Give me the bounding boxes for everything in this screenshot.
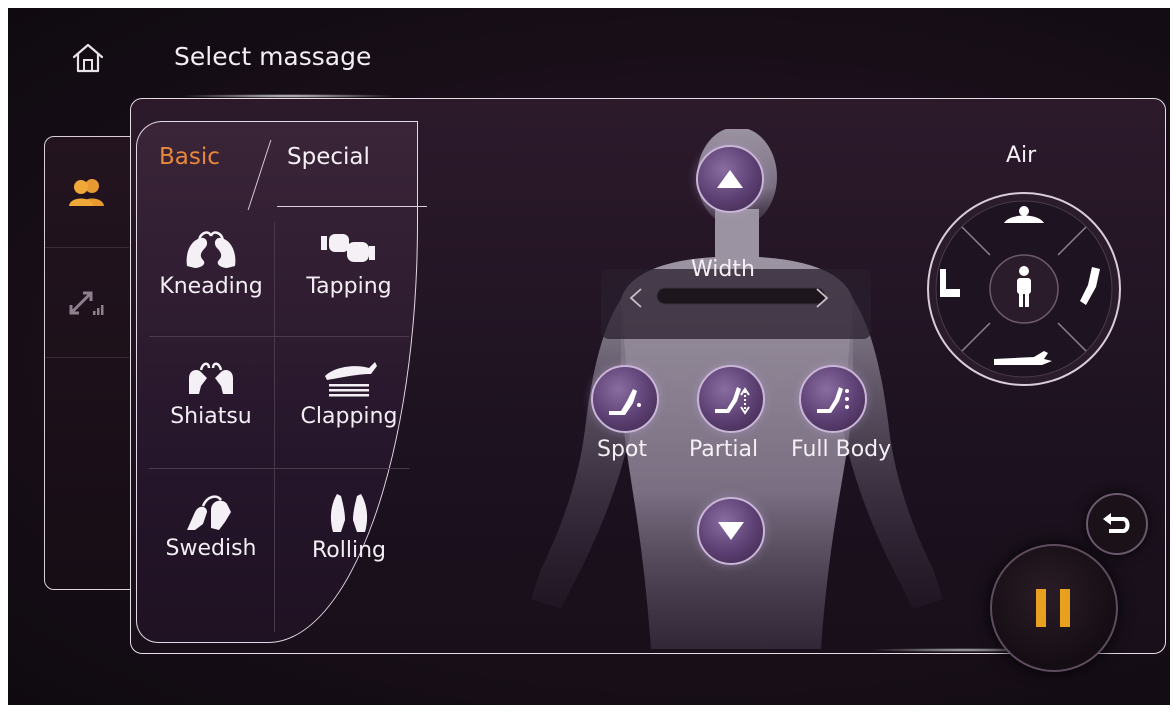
kneading-hands-icon <box>186 231 236 268</box>
technique-label: Kneading <box>159 274 263 299</box>
spot-massage-icon <box>609 389 641 415</box>
tab-divider <box>247 140 292 210</box>
rolling-hands-icon <box>330 494 368 532</box>
width-decrease-icon[interactable] <box>627 287 645 309</box>
tab-underline <box>277 206 427 207</box>
mode-partial-label: Partial <box>689 437 759 462</box>
technique-label: Shiatsu <box>170 404 252 429</box>
air-title: Air <box>1006 143 1037 168</box>
pause-icon <box>1036 589 1070 627</box>
shiatsu-thumbs-icon <box>189 362 233 394</box>
fullbody-massage-icon <box>817 387 849 413</box>
technique-panel: Basic Special Kneading Tapping Shiatsu C… <box>136 121 427 643</box>
technique-label: Swedish <box>165 536 257 561</box>
top-bar: Select massage <box>8 8 1170 98</box>
home-icon[interactable] <box>70 40 106 76</box>
move-down-button[interactable] <box>697 497 765 565</box>
mode-fullbody-label: Full Body <box>791 437 892 462</box>
width-increase-icon[interactable] <box>813 287 831 309</box>
tapping-fists-icon <box>321 234 375 262</box>
technique-clapping[interactable]: Clapping <box>283 350 415 470</box>
mode-partial-button[interactable] <box>697 365 765 433</box>
technique-label: Rolling <box>311 538 386 563</box>
back-button[interactable] <box>1086 493 1148 555</box>
technique-label: Tapping <box>306 274 392 299</box>
pause-button[interactable] <box>990 544 1118 672</box>
arrow-down-icon <box>718 522 744 540</box>
partial-massage-icon <box>715 387 750 415</box>
clapping-hand-icon <box>325 362 377 397</box>
undo-icon <box>1103 513 1130 533</box>
screen: Select massage Basic Special Kneading Ta… <box>8 8 1170 705</box>
adjust-signal-icon <box>69 291 104 315</box>
technique-label: Clapping <box>300 404 398 429</box>
technique-shiatsu[interactable]: Shiatsu <box>145 350 277 470</box>
move-up-button[interactable] <box>696 145 764 213</box>
page-title: Select massage <box>174 42 372 71</box>
users-icon <box>69 179 104 206</box>
mode-spot-button[interactable] <box>591 365 659 433</box>
technique-tapping[interactable]: Tapping <box>283 220 415 340</box>
technique-rolling[interactable]: Rolling <box>283 482 415 602</box>
tab-special[interactable]: Special <box>287 144 370 170</box>
swedish-hands-icon <box>187 495 231 530</box>
mode-spot-label: Spot <box>597 437 648 462</box>
tab-basic[interactable]: Basic <box>159 144 220 170</box>
sidebar-item-users[interactable] <box>45 137 129 248</box>
technique-swedish[interactable]: Swedish <box>145 482 277 602</box>
sidebar-item-adjust[interactable] <box>45 247 129 358</box>
mode-fullbody-button[interactable] <box>799 365 867 433</box>
width-label: Width <box>691 257 755 282</box>
technique-kneading[interactable]: Kneading <box>145 220 277 340</box>
arrow-up-icon <box>717 170 743 188</box>
air-dial[interactable] <box>924 189 1124 389</box>
